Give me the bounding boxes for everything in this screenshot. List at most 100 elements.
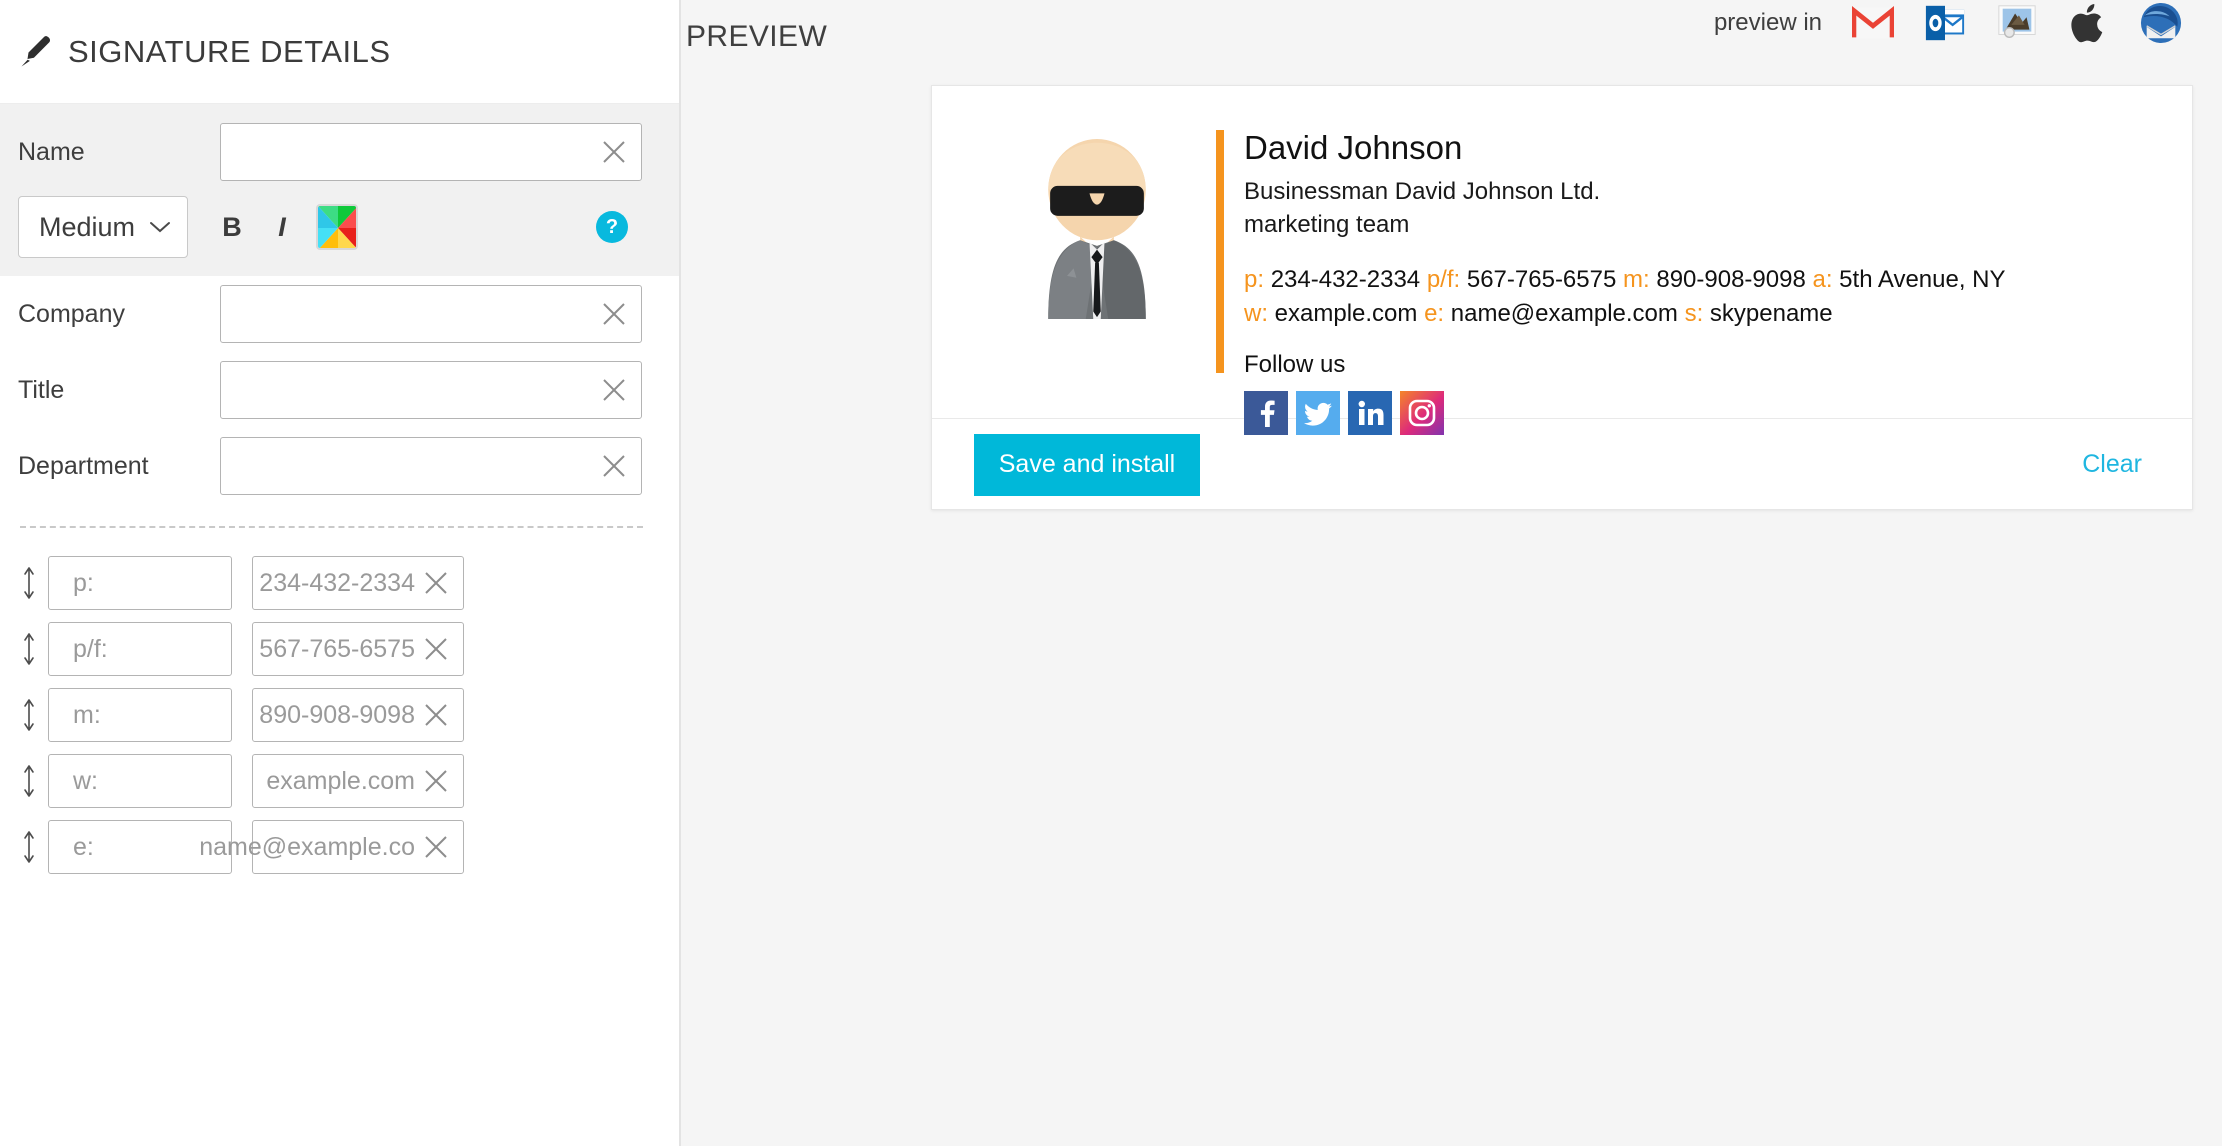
preview-toolbar: PREVIEW preview in (681, 0, 2222, 66)
clear-phonefax-icon[interactable] (423, 636, 449, 662)
contact-row-phone: p: 234-432-2334 (0, 550, 679, 616)
contact-value-website: example.com (266, 766, 415, 795)
contact-key-email: e: (73, 832, 94, 861)
clear-department-icon[interactable] (601, 453, 627, 479)
signature-preview-card: David Johnson Businessman David Johnson … (931, 85, 2193, 510)
font-size-select[interactable]: Medium (18, 196, 188, 258)
clear-mobile-icon[interactable] (423, 702, 449, 728)
contact-val-e: name@example.com (1450, 300, 1678, 328)
contact-value-email: name@example.co (199, 832, 415, 861)
preview-title: PREVIEW (686, 20, 828, 53)
name-settings-block: Name Medium B I ? (0, 104, 679, 276)
contact-key-s: s: (1684, 300, 1704, 328)
clear-email-icon[interactable] (423, 834, 449, 860)
field-label-company: Company (18, 299, 125, 328)
gmail-icon[interactable] (1850, 0, 1896, 46)
contact-value-input-website[interactable]: example.com (252, 754, 464, 808)
field-label-title: Title (18, 375, 65, 404)
contact-val-m: 890-908-9098 (1656, 266, 1806, 294)
clear-website-icon[interactable] (423, 768, 449, 794)
signature-name: David Johnson (1244, 129, 1463, 166)
typography-toolbar: Medium B I ? (0, 196, 679, 258)
contact-row-email: e: name@example.co (0, 814, 679, 880)
contact-key-e: e: (1424, 300, 1445, 328)
contact-value-input-mobile[interactable]: 890-908-9098 (252, 688, 464, 742)
drag-vertical-icon[interactable] (10, 566, 48, 600)
contact-value-input-phonefax[interactable]: 567-765-6575 (252, 622, 464, 676)
save-and-install-button[interactable]: Save and install (974, 433, 1200, 496)
title-input[interactable] (220, 361, 642, 419)
clear-title-icon[interactable] (601, 377, 627, 403)
contact-val-p: 234-432-2334 (1270, 266, 1421, 294)
outlook-icon[interactable] (1922, 0, 1968, 46)
contact-value-phone: 234-432-2334 (259, 568, 415, 597)
clear-phone-icon[interactable] (423, 570, 449, 596)
contact-key-phonefax: p/f: (73, 634, 108, 663)
contact-key-phone: p: (73, 568, 94, 597)
name-input[interactable] (220, 123, 642, 181)
contact-key-w: w: (1244, 300, 1268, 328)
drag-vertical-icon[interactable] (10, 698, 48, 732)
contact-val-s: skypename (1709, 300, 1833, 328)
contact-key-mobile: m: (73, 700, 101, 729)
contact-row-mobile: m: 890-908-9098 (0, 682, 679, 748)
italic-button[interactable]: I (270, 212, 294, 243)
contact-value-phonefax: 567-765-6575 (259, 634, 415, 663)
follow-us-label: Follow us (1244, 351, 1346, 379)
clear-name-icon[interactable] (601, 139, 627, 165)
contact-key-input-website[interactable]: w: (48, 754, 232, 808)
thunderbird-icon[interactable] (2138, 0, 2184, 46)
contact-val-pf: 567-765-6575 (1466, 266, 1617, 294)
contact-value-mobile: 890-908-9098 (259, 700, 415, 729)
contact-key-p: p: (1244, 266, 1265, 294)
chevron-down-icon (149, 220, 171, 234)
preview-panel: PREVIEW preview in David Johnson Busines… (681, 0, 2222, 1146)
signature-contact-line-1: p: 234-432-2334 p/f: 567-765-6575 m: 890… (1244, 263, 2192, 297)
drag-vertical-icon[interactable] (10, 764, 48, 798)
contact-row-website: w: example.com (0, 748, 679, 814)
department-input[interactable] (220, 437, 642, 495)
drag-vertical-icon[interactable] (10, 632, 48, 666)
facebook-icon[interactable] (1244, 391, 1288, 436)
contact-row-phonefax: p/f: 567-765-6575 (0, 616, 679, 682)
contact-key-website: w: (73, 766, 98, 795)
page-title: SIGNATURE DETAILS (68, 33, 391, 69)
clear-button[interactable]: Clear (2082, 450, 2142, 479)
contact-key-input-phonefax[interactable]: p/f: (48, 622, 232, 676)
clear-company-icon[interactable] (601, 301, 627, 327)
help-icon[interactable]: ? (596, 211, 628, 243)
contact-key-m: m: (1623, 266, 1650, 294)
field-row-company: Company (0, 276, 679, 352)
field-label-name: Name (18, 137, 85, 166)
pen-nib-icon (18, 34, 54, 70)
signature-editor-app: SIGNATURE DETAILS Name Medium B I ? Comp… (0, 0, 2222, 1146)
signature-info: David Johnson Businessman David Johnson … (1216, 129, 2192, 436)
linkedin-icon[interactable] (1348, 391, 1392, 436)
accent-bar (1216, 130, 1224, 373)
field-row-department: Department (0, 428, 679, 504)
instagram-icon[interactable] (1400, 391, 1444, 436)
contact-val-a: 5th Avenue, NY (1839, 266, 2006, 294)
drag-vertical-icon[interactable] (10, 830, 48, 864)
signature-subtitle-line2: marketing team (1244, 210, 1410, 238)
contact-key-pf: p/f: (1426, 266, 1461, 294)
contact-key-input-mobile[interactable]: m: (48, 688, 232, 742)
preview-in-label: preview in (1713, 9, 1822, 36)
contact-value-input-phone[interactable]: 234-432-2334 (252, 556, 464, 610)
twitter-icon[interactable] (1296, 391, 1340, 436)
signature-subtitle-line1: Businessman David Johnson Ltd. (1244, 178, 1601, 206)
apple-icon[interactable] (2066, 0, 2112, 46)
apple-mail-icon[interactable] (1994, 0, 2040, 46)
panel-header: SIGNATURE DETAILS (0, 0, 679, 104)
field-row-title: Title (0, 352, 679, 428)
contact-val-w: example.com (1274, 300, 1418, 328)
businessman-avatar (1048, 139, 1146, 319)
contact-fields-list: p: 234-432-2334 p/f: 567-765-6575 m: 890… (0, 528, 679, 880)
signature-body: David Johnson Businessman David Johnson … (932, 86, 2192, 436)
contact-value-input-email[interactable]: name@example.co (199, 820, 464, 874)
field-row-name: Name (0, 114, 679, 190)
contact-key-input-phone[interactable]: p: (48, 556, 232, 610)
company-input[interactable] (220, 285, 642, 343)
color-wheel-icon[interactable] (316, 204, 358, 250)
bold-button[interactable]: B (220, 212, 244, 243)
